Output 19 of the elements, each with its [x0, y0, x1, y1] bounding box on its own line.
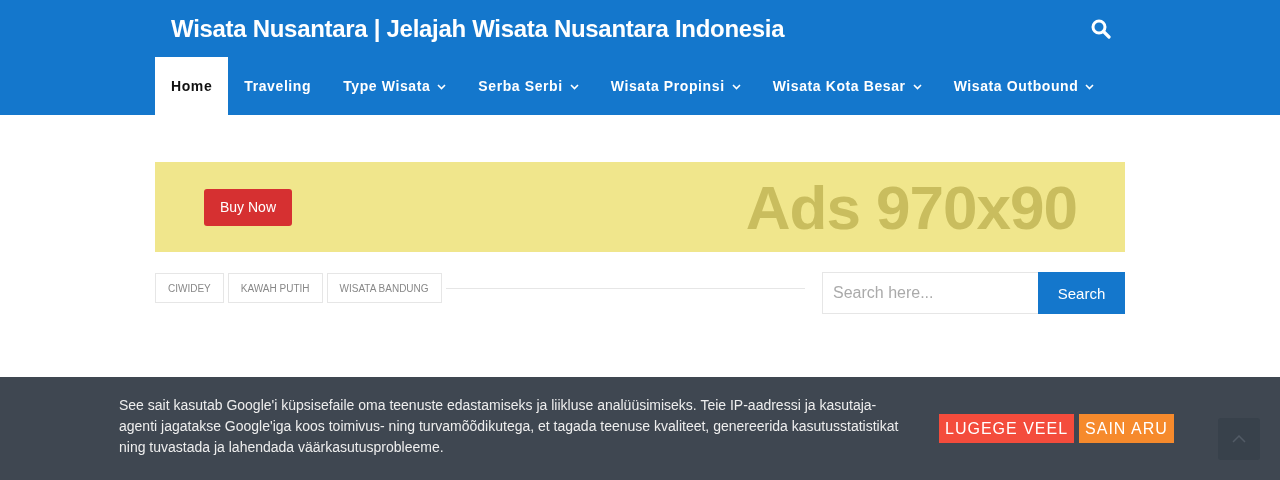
nav-item[interactable]: Wisata Kota Besar [756, 57, 938, 115]
nav-item[interactable]: Serba Serbi [462, 57, 595, 115]
tag-link[interactable]: KAWAH PUTIH [227, 273, 323, 303]
search-button[interactable]: Search [1038, 272, 1125, 314]
tag-link[interactable]: WISATA BANDUNG [326, 273, 442, 303]
tag-link[interactable]: CIWIDEY [155, 273, 224, 303]
site-title[interactable]: Wisata Nusantara | Jelajah Wisata Nusantara Indonesia [171, 14, 785, 43]
nav-item[interactable]: Traveling [228, 57, 328, 115]
nav-item[interactable]: Wisata Outbound [937, 57, 1111, 115]
nav-item[interactable]: Wisata Propinsi [594, 57, 757, 115]
accept-button[interactable]: SAIN ARU [1079, 414, 1174, 443]
nav-item[interactable]: Type Wisata [327, 57, 463, 115]
search-icon[interactable] [1091, 18, 1111, 39]
chevron-up-icon [1232, 435, 1246, 443]
nav-item[interactable]: Home [155, 57, 229, 115]
search-field[interactable]: Search here... [822, 272, 1038, 314]
learn-more-button[interactable]: LUGEGE VEEL [939, 414, 1075, 443]
buy-now-button[interactable]: Buy Now [204, 188, 293, 226]
cookie-text: See sait kasutab Google'i küpsisefaile oma teenuste edastamiseks ja liikluse analüüsimiseks. Teie IP-aadressi ja kasutaja-agenti jagatakse Google'iga koos toimivus- ning turvamõõdikutega, et tagada teenuse kvaliteet, genereerida kasutusstatistikat ning tuvastada ja lahendada väärkasutusprobleeme. [119, 396, 899, 457]
